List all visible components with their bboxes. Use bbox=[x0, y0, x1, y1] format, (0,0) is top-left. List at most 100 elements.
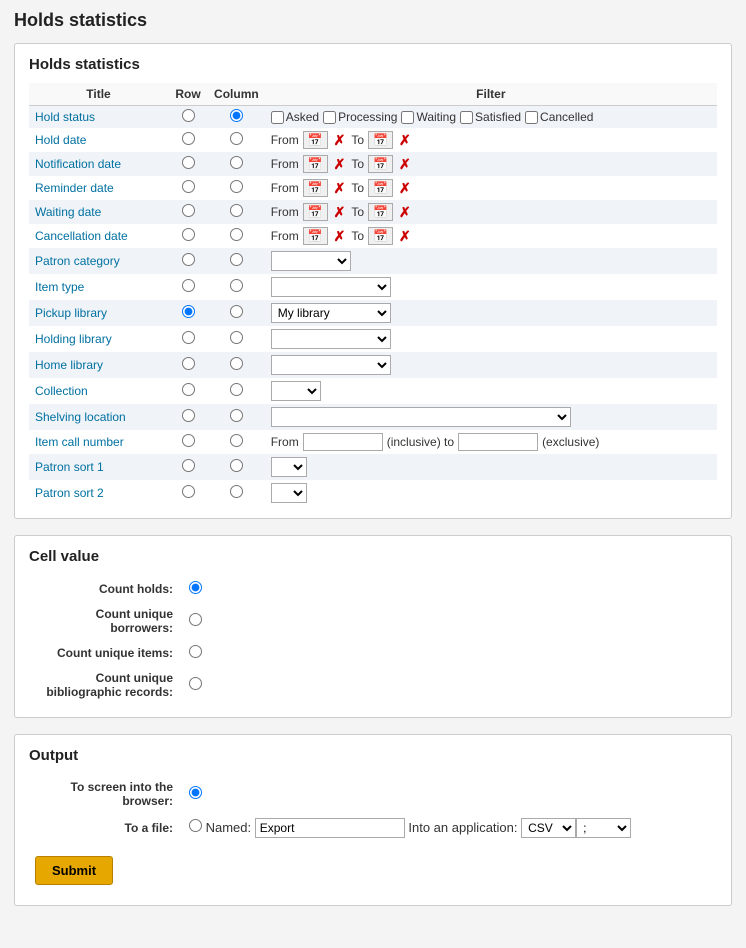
row-radio-2[interactable] bbox=[182, 156, 195, 169]
cell-value-radio-3[interactable] bbox=[189, 677, 202, 690]
col-radio-13[interactable] bbox=[230, 434, 243, 447]
row-radio-8[interactable] bbox=[182, 305, 195, 318]
filter-checkbox-label-3[interactable]: Satisfied bbox=[460, 110, 521, 124]
holding-library-select[interactable] bbox=[271, 329, 391, 349]
col-radio-8[interactable] bbox=[230, 305, 243, 318]
to-clear-btn[interactable]: ✗ bbox=[397, 132, 413, 149]
to-cal-btn[interactable]: 📅 bbox=[368, 155, 393, 173]
filter-checkbox-text-0: Asked bbox=[286, 110, 319, 124]
col-radio-5[interactable] bbox=[230, 228, 243, 241]
patron-sort2-select[interactable] bbox=[271, 483, 307, 503]
cell-value-radio-1[interactable] bbox=[189, 613, 202, 626]
named-input[interactable] bbox=[255, 818, 405, 838]
filter-checkbox-label-2[interactable]: Waiting bbox=[401, 110, 456, 124]
filter-checkbox-cancelled[interactable] bbox=[525, 111, 538, 124]
item-type-select[interactable] bbox=[271, 277, 391, 297]
col-radio-6[interactable] bbox=[230, 253, 243, 266]
row-label-0: Hold status bbox=[29, 106, 168, 129]
filter-checkbox-processing[interactable] bbox=[323, 111, 336, 124]
to-clear-btn[interactable]: ✗ bbox=[397, 228, 413, 245]
cell-value-section: Cell value Count holds:Count unique borr… bbox=[14, 535, 732, 718]
row-radio-5[interactable] bbox=[182, 228, 195, 241]
from-clear-btn[interactable]: ✗ bbox=[332, 180, 348, 197]
output-radio-0[interactable] bbox=[189, 786, 202, 799]
row-radio-cell-7 bbox=[168, 274, 208, 300]
col-radio-1[interactable] bbox=[230, 132, 243, 145]
row-radio-4[interactable] bbox=[182, 204, 195, 217]
from-clear-btn[interactable]: ✗ bbox=[332, 228, 348, 245]
row-radio-cell-12 bbox=[168, 404, 208, 430]
row-radio-13[interactable] bbox=[182, 434, 195, 447]
from-clear-btn[interactable]: ✗ bbox=[332, 132, 348, 149]
row-radio-15[interactable] bbox=[182, 485, 195, 498]
filter-checkbox-label-0[interactable]: Asked bbox=[271, 110, 319, 124]
csv-select[interactable]: CSVTSV bbox=[521, 818, 576, 838]
filter-checkbox-label-1[interactable]: Processing bbox=[323, 110, 397, 124]
shelving-location-select[interactable] bbox=[271, 407, 571, 427]
to-cal-btn[interactable]: 📅 bbox=[368, 227, 393, 245]
call-number-to[interactable] bbox=[458, 433, 538, 451]
row-label-9: Holding library bbox=[29, 326, 168, 352]
row-radio-10[interactable] bbox=[182, 357, 195, 370]
to-clear-btn[interactable]: ✗ bbox=[397, 156, 413, 173]
cell-value-radio-cell-3 bbox=[183, 667, 715, 703]
to-clear-btn[interactable]: ✗ bbox=[397, 180, 413, 197]
row-radio-6[interactable] bbox=[182, 253, 195, 266]
row-radio-0[interactable] bbox=[182, 109, 195, 122]
col-radio-cell-9 bbox=[208, 326, 265, 352]
from-cal-btn[interactable]: 📅 bbox=[303, 203, 328, 221]
filter-checkbox-asked[interactable] bbox=[271, 111, 284, 124]
home-library-select[interactable] bbox=[271, 355, 391, 375]
col-radio-10[interactable] bbox=[230, 357, 243, 370]
filter-checkbox-satisfied[interactable] bbox=[460, 111, 473, 124]
row-radio-1[interactable] bbox=[182, 132, 195, 145]
to-label: To bbox=[351, 229, 364, 243]
filter-checkbox-waiting[interactable] bbox=[401, 111, 414, 124]
output-radio-1[interactable] bbox=[189, 819, 202, 832]
to-cal-btn[interactable]: 📅 bbox=[368, 131, 393, 149]
row-radio-12[interactable] bbox=[182, 409, 195, 422]
row-radio-3[interactable] bbox=[182, 180, 195, 193]
pickup-library-select[interactable]: My library bbox=[271, 303, 391, 323]
col-radio-12[interactable] bbox=[230, 409, 243, 422]
row-radio-11[interactable] bbox=[182, 383, 195, 396]
col-radio-14[interactable] bbox=[230, 459, 243, 472]
col-radio-3[interactable] bbox=[230, 180, 243, 193]
row-label-6: Patron category bbox=[29, 248, 168, 274]
from-clear-btn[interactable]: ✗ bbox=[332, 156, 348, 173]
col-radio-9[interactable] bbox=[230, 331, 243, 344]
filter-cell-7 bbox=[265, 274, 717, 300]
from-cal-btn[interactable]: 📅 bbox=[303, 179, 328, 197]
to-clear-btn[interactable]: ✗ bbox=[397, 204, 413, 221]
col-radio-cell-1 bbox=[208, 128, 265, 152]
from-cal-btn[interactable]: 📅 bbox=[303, 227, 328, 245]
cell-value-radio-2[interactable] bbox=[189, 645, 202, 658]
col-radio-4[interactable] bbox=[230, 204, 243, 217]
col-radio-11[interactable] bbox=[230, 383, 243, 396]
col-radio-0[interactable] bbox=[230, 109, 243, 122]
col-radio-2[interactable] bbox=[230, 156, 243, 169]
patron-sort1-select[interactable] bbox=[271, 457, 307, 477]
output-label-1: To a file: bbox=[31, 814, 181, 842]
collection-select[interactable] bbox=[271, 381, 321, 401]
call-number-from[interactable] bbox=[303, 433, 383, 451]
row-radio-14[interactable] bbox=[182, 459, 195, 472]
row-radio-9[interactable] bbox=[182, 331, 195, 344]
from-cal-btn[interactable]: 📅 bbox=[303, 155, 328, 173]
col-radio-7[interactable] bbox=[230, 279, 243, 292]
row-label-10: Home library bbox=[29, 352, 168, 378]
row-radio-7[interactable] bbox=[182, 279, 195, 292]
from-clear-btn[interactable]: ✗ bbox=[332, 204, 348, 221]
calendar-icon: 📅 bbox=[308, 157, 323, 171]
from-cal-btn[interactable]: 📅 bbox=[303, 131, 328, 149]
patron-cat-select[interactable] bbox=[271, 251, 351, 271]
submit-button[interactable]: Submit bbox=[35, 856, 113, 885]
separator-select[interactable]: ;,| bbox=[576, 818, 631, 838]
filter-checkbox-label-4[interactable]: Cancelled bbox=[525, 110, 593, 124]
to-cal-btn[interactable]: 📅 bbox=[368, 203, 393, 221]
cell-value-radio-0[interactable] bbox=[189, 581, 202, 594]
to-cal-btn[interactable]: 📅 bbox=[368, 179, 393, 197]
row-radio-cell-1 bbox=[168, 128, 208, 152]
col-radio-15[interactable] bbox=[230, 485, 243, 498]
output-content-1: Named: Into an application: CSVTSV;,| bbox=[183, 814, 715, 842]
